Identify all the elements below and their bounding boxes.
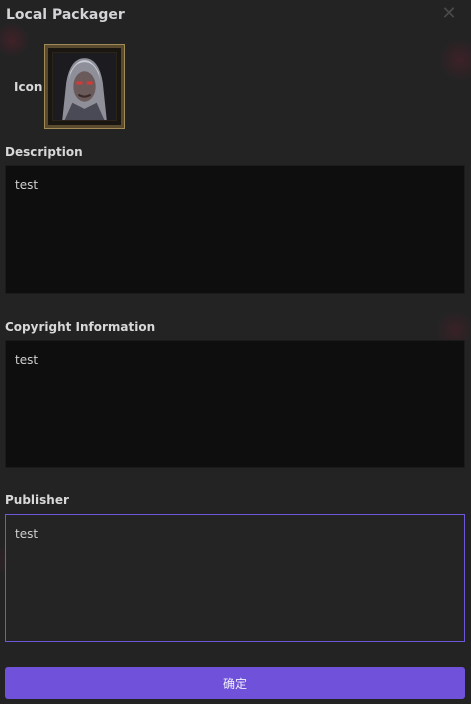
character-portrait-icon — [52, 52, 117, 121]
close-icon[interactable]: ✕ — [440, 4, 458, 22]
description-label: Description — [5, 145, 83, 159]
icon-label: Icon — [14, 80, 43, 94]
confirm-button[interactable]: 确定 — [5, 667, 465, 699]
publisher-label: Publisher — [5, 493, 69, 507]
publisher-field[interactable] — [5, 514, 465, 642]
local-packager-dialog: Local Packager ✕ Icon Description Copyri… — [0, 0, 471, 704]
copyright-label: Copyright Information — [5, 320, 156, 334]
dialog-title: Local Packager — [6, 7, 125, 23]
icon-picker[interactable] — [44, 44, 125, 129]
description-field[interactable] — [5, 165, 465, 294]
copyright-field[interactable] — [5, 340, 465, 468]
